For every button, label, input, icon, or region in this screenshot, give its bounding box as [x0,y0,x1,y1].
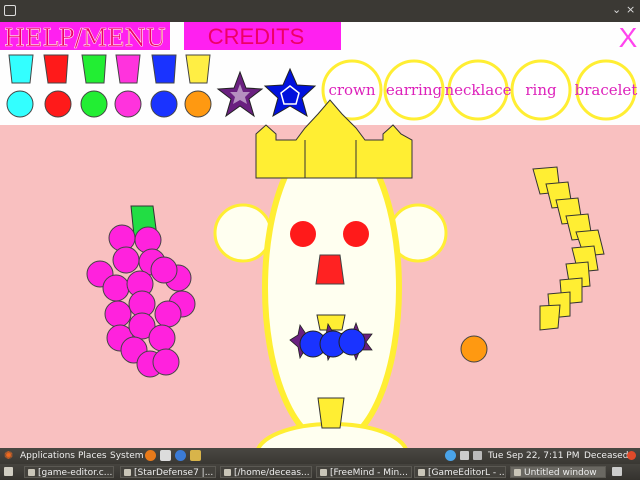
window-title-bar: ⌄ × [0,0,640,22]
places-menu[interactable]: Places [78,451,107,461]
crown-button-label: crown [328,81,375,99]
close-game-button[interactable]: X [619,22,638,53]
taskbar-item-untitled-window[interactable]: Untitled window [510,466,606,478]
left-eye [290,221,316,247]
taskbar-item-freemind[interactable]: [FreeMind - Min... [316,466,412,478]
taskbar-item-gameeditorl[interactable]: [GameEditorL - ... [414,466,506,478]
nose-gem [315,254,345,285]
taskbar-item-terminal[interactable]: [/home/deceas... [220,466,312,478]
window-close-icon[interactable]: × [626,4,635,16]
help-icon[interactable] [175,450,186,461]
folder-icon[interactable] [190,450,201,461]
taskbar-item-game-editor[interactable]: [game-editor.c... [24,466,114,478]
volume-icon[interactable] [473,451,482,460]
credits-button[interactable]: CREDITS [184,22,341,50]
clock[interactable]: Tue Sep 22, 7:11 PM [488,451,580,461]
bracelet-button-label: bracelet [575,81,638,99]
credits-label: CREDITS [208,24,305,49]
window-menu-icon[interactable] [4,5,16,16]
earring-button-label: earring [386,81,443,99]
help-menu-button[interactable]: HELP/MENU [0,22,170,52]
user-name[interactable]: Deceased [584,451,628,461]
mail-icon[interactable] [160,450,171,461]
right-eye [343,221,369,247]
workspace-switcher-icon[interactable] [612,467,622,476]
ubuntu-logo-icon[interactable]: ✺ [4,449,13,462]
bracelet-button[interactable]: bracelet [575,59,638,121]
orange-piece[interactable] [460,335,488,363]
jewelry-buttons: crown earring necklace ring bracelet [321,59,638,121]
game-canvas[interactable]: HELP/MENU CREDITS X crown earring neckla… [0,22,640,448]
shutdown-icon[interactable] [627,451,636,460]
left-ear [213,203,273,263]
desktop-panel: ✺ Applications Places System Tue Sep 22,… [0,448,640,464]
system-menu[interactable]: System [110,451,144,461]
ring-button[interactable]: ring [510,59,572,121]
taskbar: [game-editor.c... [StarDefense7 |... [/h… [0,464,640,480]
head [262,129,402,447]
minimize-icon[interactable]: ⌄ [612,4,621,16]
applications-menu[interactable]: Applications [20,451,75,461]
earring-button[interactable]: earring [383,59,445,121]
help-menu-label: HELP/MENU [4,24,166,52]
display-icon[interactable] [460,451,469,460]
network-icon[interactable] [445,450,456,461]
pendant-gem[interactable] [317,397,345,429]
taskbar-item-stardefense[interactable]: [StarDefense7 |... [120,466,216,478]
ring-button-label: ring [525,81,557,99]
show-desktop-icon[interactable] [4,467,13,476]
firefox-icon[interactable] [145,450,156,461]
necklace-button-label: necklace [444,81,511,99]
